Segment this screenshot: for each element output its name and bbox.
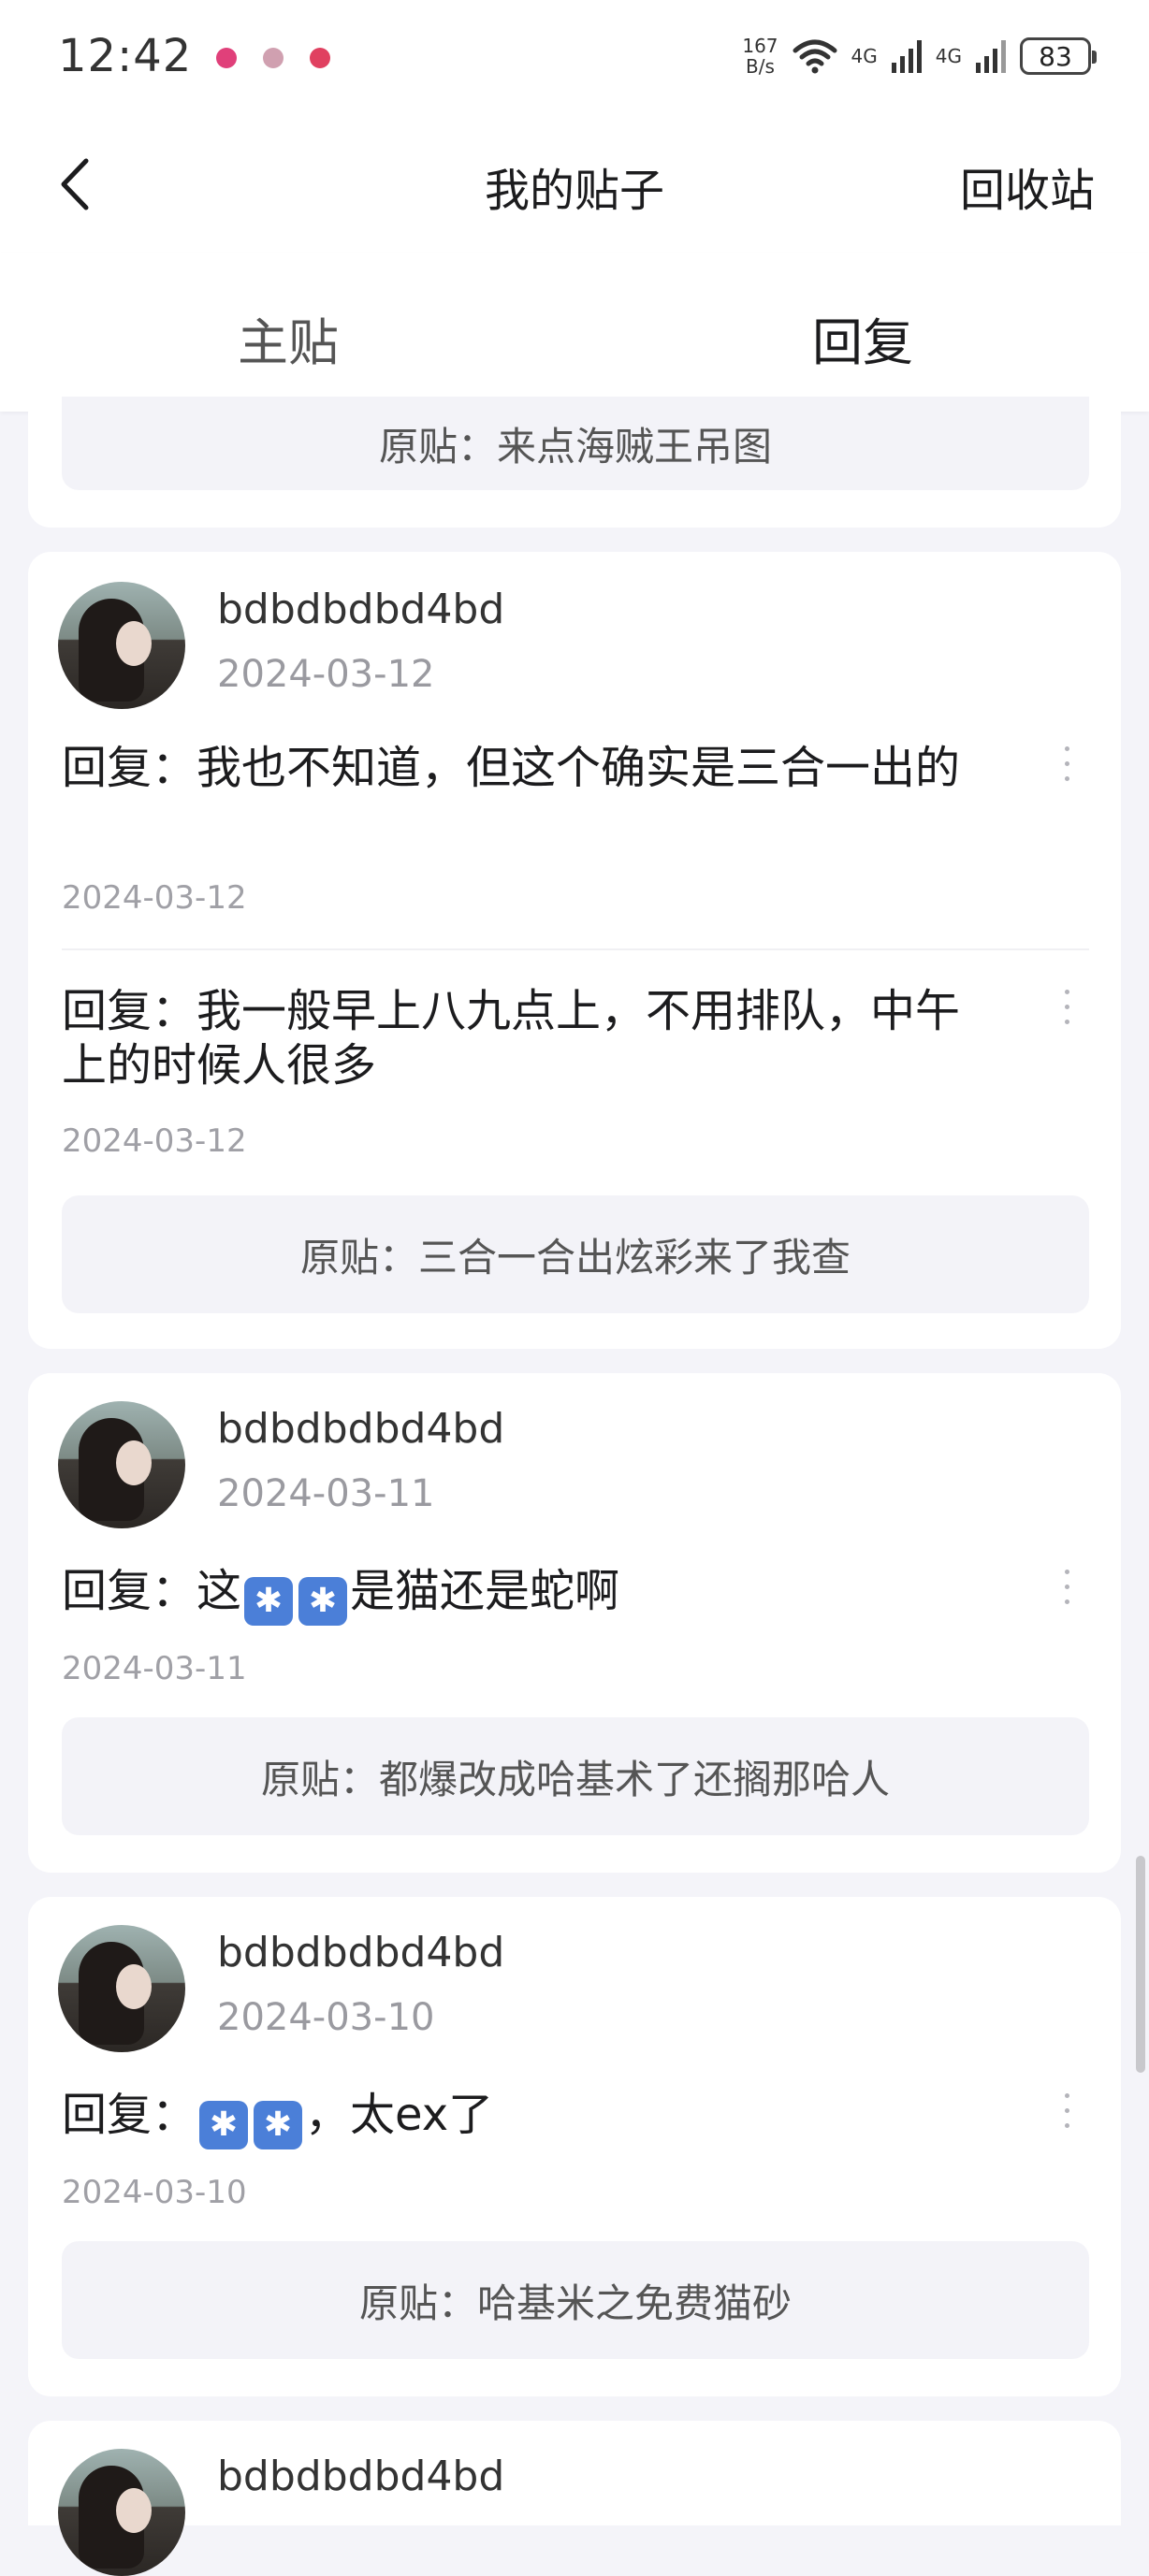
username[interactable]: bdbdbdbd4bd bbox=[217, 1929, 504, 1976]
status-indicators: 167 B/s 4G 4G 83 bbox=[742, 36, 1097, 77]
status-time: 12:42 bbox=[58, 30, 193, 82]
reply-text[interactable]: 回复：我一般早上八九点上，不用排队，中午上的时候人很多 bbox=[62, 984, 997, 1093]
more-options-icon[interactable] bbox=[1048, 1560, 1085, 1616]
network-speed: 167 B/s bbox=[742, 36, 778, 77]
wifi-icon bbox=[793, 39, 837, 74]
app-notification-icon bbox=[263, 48, 284, 68]
network-speed-value: 167 bbox=[742, 35, 778, 57]
tab-main-posts[interactable]: 主贴 bbox=[238, 301, 339, 375]
reply-date: 2024-03-11 bbox=[62, 1650, 247, 1687]
post-card: bdbdbdbd4bd 2024-03-10 回复： ✱ ✱ ，太ex了 2024-0… bbox=[28, 1897, 1121, 2396]
signal-type-label: 4G bbox=[851, 45, 878, 67]
reply-text[interactable]: 回复： ✱ ✱ ，太ex了 bbox=[62, 2088, 997, 2149]
reply-date: 2024-03-12 bbox=[62, 1122, 247, 1160]
post-card: bdbdbdbd4bd 2024-03-11 回复：这 ✱ ✱ 是猫还是蛇啊 2024… bbox=[28, 1373, 1121, 1873]
tab-replies[interactable]: 回复 bbox=[812, 301, 913, 375]
reply-text-suffix: ，太ex了 bbox=[305, 2089, 494, 2141]
signal-bars-icon bbox=[891, 40, 922, 73]
post-card: bdbdbdbd4bd bbox=[28, 2421, 1121, 2576]
reply-text-suffix: 是猫还是蛇啊 bbox=[350, 1565, 620, 1617]
back-arrow-icon[interactable] bbox=[52, 153, 99, 215]
battery-icon: 83 bbox=[1020, 37, 1097, 75]
original-post-link[interactable]: 原贴：都爆改成哈基术了还搁那哈人 bbox=[62, 1717, 1089, 1835]
username[interactable]: bdbdbdbd4bd bbox=[217, 1405, 504, 1453]
app-notification-icon bbox=[216, 48, 238, 68]
reply-date: 2024-03-10 bbox=[62, 2174, 247, 2211]
post-card: bdbdbdbd4bd 2024-03-12 回复：我也不知道，但这个确实是三合… bbox=[28, 552, 1121, 1349]
scrollbar[interactable] bbox=[1136, 1856, 1145, 2073]
avatar[interactable] bbox=[58, 582, 185, 709]
reply-text[interactable]: 回复：这 ✱ ✱ 是猫还是蛇啊 bbox=[62, 1564, 997, 1626]
avatar[interactable] bbox=[58, 1925, 185, 2052]
original-post-link[interactable]: 原贴：哈基米之免费猫砂 bbox=[62, 2241, 1089, 2359]
battery-level: 83 bbox=[1039, 40, 1072, 72]
signal-bars-icon bbox=[976, 40, 1006, 73]
post-card: 原贴：来点海贼王吊图 bbox=[28, 397, 1121, 528]
more-options-icon[interactable] bbox=[1048, 2084, 1085, 2140]
emoji-asterisk-icon: ✱ bbox=[199, 2101, 249, 2149]
username[interactable]: bdbdbdbd4bd bbox=[217, 2453, 504, 2500]
reply-text-prefix: 回复： bbox=[62, 2089, 197, 2141]
reply-text[interactable]: 回复：我也不知道，但这个确实是三合一出的 bbox=[62, 741, 997, 795]
signal-type-label: 4G bbox=[935, 45, 962, 67]
reply-text-prefix: 回复：这 bbox=[62, 1565, 242, 1617]
network-speed-unit: B/s bbox=[745, 55, 775, 78]
original-post-link[interactable]: 原贴：三合一合出炫彩来了我查 bbox=[62, 1195, 1089, 1313]
emoji-asterisk-icon: ✱ bbox=[254, 2101, 303, 2149]
post-date: 2024-03-11 bbox=[217, 1472, 435, 1515]
divider bbox=[62, 948, 1089, 950]
recycle-bin-button[interactable]: 回收站 bbox=[960, 153, 1095, 219]
username[interactable]: bdbdbdbd4bd bbox=[217, 586, 504, 633]
top-nav-bar: 我的贴子 回收站 bbox=[0, 112, 1149, 253]
emoji-asterisk-icon: ✱ bbox=[298, 1577, 348, 1626]
more-options-icon[interactable] bbox=[1048, 737, 1085, 793]
post-date: 2024-03-10 bbox=[217, 1996, 435, 2039]
reply-date: 2024-03-12 bbox=[62, 879, 247, 917]
tab-bar: 主贴 回复 bbox=[0, 253, 1149, 412]
app-notification-icon bbox=[310, 48, 331, 68]
avatar[interactable] bbox=[58, 1401, 185, 1528]
emoji-asterisk-icon: ✱ bbox=[244, 1577, 294, 1626]
post-date: 2024-03-12 bbox=[217, 653, 435, 696]
notification-icons bbox=[216, 48, 331, 68]
status-bar: 12:42 167 B/s 4G 4G 83 bbox=[0, 0, 1149, 112]
original-post-link[interactable]: 原贴：来点海贼王吊图 bbox=[62, 397, 1089, 490]
avatar[interactable] bbox=[58, 2449, 185, 2576]
more-options-icon[interactable] bbox=[1048, 980, 1085, 1036]
